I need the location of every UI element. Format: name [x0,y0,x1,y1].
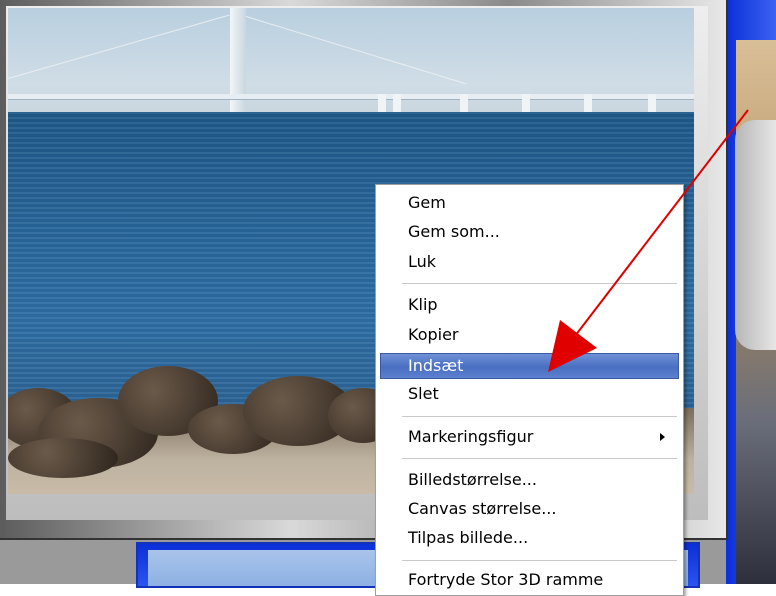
screen: Gem Gem som... Luk Klip Kopier Indsæt Sl… [0,0,776,596]
red-arrow-icon [548,109,749,372]
